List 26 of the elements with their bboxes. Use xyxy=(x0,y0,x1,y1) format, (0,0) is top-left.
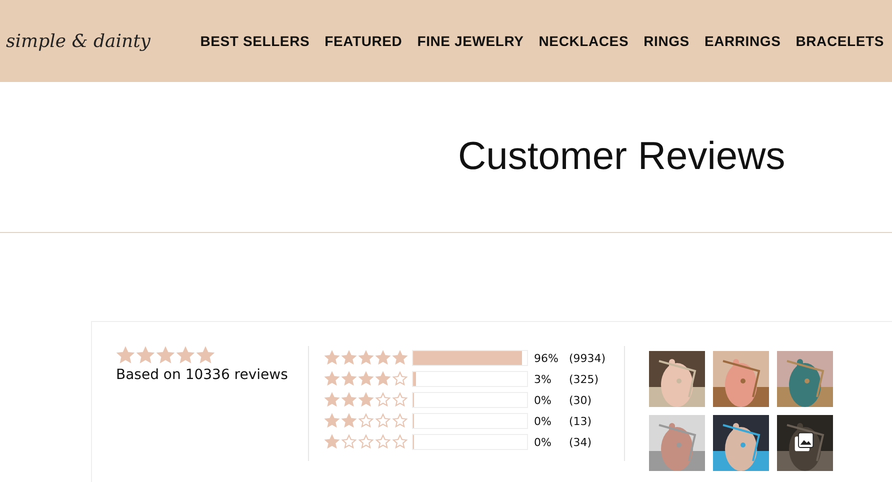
count-text: (30) xyxy=(569,394,592,406)
star-rating[interactable] xyxy=(324,371,408,387)
review-count-text: Based on 10336 reviews xyxy=(116,367,289,383)
star-rating[interactable] xyxy=(324,434,408,450)
count-text: (325) xyxy=(569,372,599,386)
percent-text: 3% xyxy=(534,372,552,386)
star-rating[interactable] xyxy=(324,350,408,366)
nav-link[interactable]: RINGS xyxy=(644,33,690,49)
count-text: (13) xyxy=(569,414,592,428)
page-title: Customer Reviews xyxy=(458,135,786,179)
percent-text: 0% xyxy=(534,436,552,448)
count-text: (9934) xyxy=(569,352,606,364)
percent-text: 96% xyxy=(534,352,560,364)
nav-link[interactable]: BRACELETS xyxy=(796,33,884,49)
percent-text: 0% xyxy=(534,394,552,406)
star-rating[interactable] xyxy=(324,413,408,429)
nav-link[interactable]: NECKLACES xyxy=(538,33,629,49)
logo[interactable]: simple & dainty xyxy=(6,30,150,52)
percent-text: 0% xyxy=(534,414,552,428)
nav-link[interactable]: FINE JEWELRY xyxy=(417,33,524,49)
gallery-icon[interactable] xyxy=(793,431,815,453)
count-text: (34) xyxy=(569,436,592,448)
star-rating[interactable] xyxy=(324,392,408,408)
nav-link[interactable]: EARRINGS xyxy=(704,33,781,49)
nav-link[interactable]: FEATURED xyxy=(324,33,402,49)
nav-link[interactable]: BEST SELLERS xyxy=(200,33,310,49)
